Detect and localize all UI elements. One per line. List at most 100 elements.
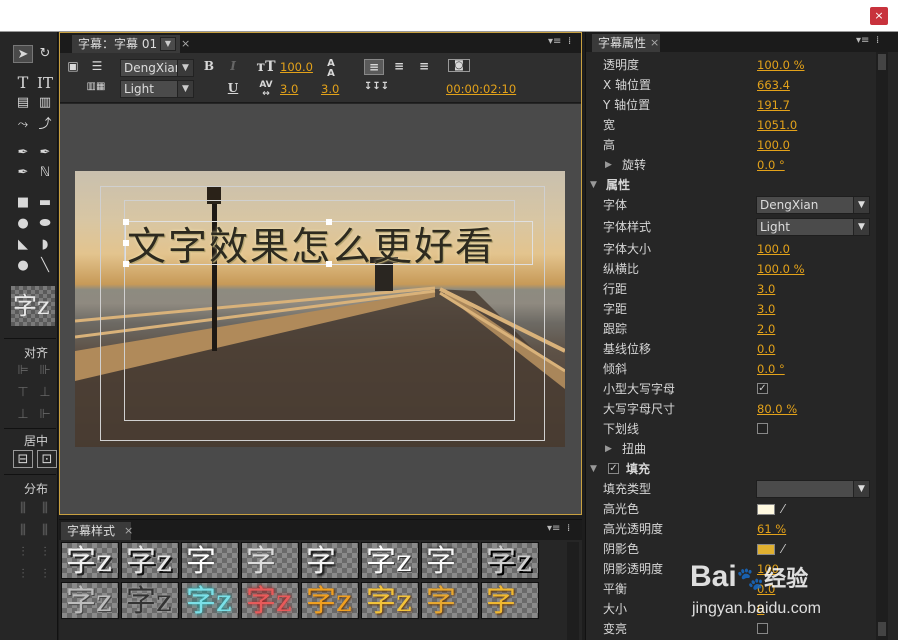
arc-tool-icon[interactable]: ◗ — [35, 236, 55, 254]
ellipse-tool-icon[interactable]: ● — [13, 257, 33, 275]
prop-value[interactable]: 1051.0 — [757, 115, 797, 135]
collapse-arrow-icon[interactable]: ▼ — [590, 459, 597, 479]
prop-row-fill-type[interactable]: 填充类型 ▼ — [586, 479, 876, 499]
prop-row-aspect[interactable]: 纵横比 100.0 % — [586, 259, 876, 279]
prop-row-highlight-color[interactable]: 高光色 ⁄ — [586, 499, 876, 519]
bold-icon[interactable]: B — [200, 59, 218, 73]
prop-row-tracking[interactable]: 跟踪 2.0 — [586, 319, 876, 339]
style-swatch[interactable]: 字z — [241, 582, 299, 619]
underline-icon[interactable]: U — [224, 81, 242, 95]
prop-row-x-position[interactable]: X 轴位置 663.4 — [586, 75, 876, 95]
style-swatch[interactable]: 字z — [361, 582, 419, 619]
style-swatch[interactable]: 字z — [301, 582, 359, 619]
prop-value[interactable]: 0.0 ° — [757, 155, 785, 175]
prop-row-small-caps-size[interactable]: 大写字母尺寸 80.0 % — [586, 399, 876, 419]
distribute-vspace-icon[interactable]: ⫶ — [35, 566, 55, 584]
show-background-icon[interactable]: ◙ — [448, 59, 470, 72]
vertical-area-type-tool-icon[interactable]: ▥ — [35, 94, 55, 112]
delete-anchor-tool-icon[interactable]: ✒ — [35, 144, 55, 162]
styles-scrollbar[interactable] — [567, 542, 579, 640]
prop-value[interactable]: 100.0 — [757, 135, 790, 155]
tab-stop-markers-icon[interactable]: ↧↧↧ — [364, 81, 389, 92]
fill-type-dropdown[interactable]: ▼ — [756, 480, 870, 498]
prop-value[interactable]: 0.0 ° — [757, 359, 785, 379]
prop-row-y-position[interactable]: Y 轴位置 191.7 — [586, 95, 876, 115]
prop-value[interactable]: 61 % — [757, 519, 786, 539]
prop-row-kerning[interactable]: 字距 3.0 — [586, 299, 876, 319]
align-top-icon[interactable]: ⊤ — [13, 384, 33, 402]
center-vertical-icon[interactable]: ⊡ — [37, 450, 57, 468]
distribute-left-icon[interactable]: ⫼ — [13, 500, 33, 518]
prop-row-width[interactable]: 宽 1051.0 — [586, 115, 876, 135]
scroll-up-icon[interactable] — [878, 54, 886, 70]
panel-menu-icon[interactable]: ▾≡ — [547, 520, 560, 538]
fill-checkbox[interactable]: ✓ — [608, 463, 619, 474]
path-type-tool-icon[interactable]: ⤳ — [13, 116, 33, 134]
prop-value[interactable]: 100.0 % — [757, 259, 805, 279]
prop-value[interactable]: 80.0 % — [757, 399, 797, 419]
expand-arrow-icon[interactable]: ▶ — [605, 439, 612, 459]
align-middle-icon[interactable]: ⊥ — [35, 384, 55, 402]
style-swatch[interactable]: 字z — [361, 542, 419, 579]
prop-value[interactable]: 3.0 — [757, 299, 775, 319]
prop-row-highlight-opacity[interactable]: 高光透明度 61 % — [586, 519, 876, 539]
italic-icon[interactable]: I — [224, 59, 242, 73]
prop-value[interactable]: 100.0 % — [757, 55, 805, 75]
fill-section-header[interactable]: ▼ ✓ 填充 — [586, 459, 876, 479]
style-preview-swatch[interactable]: 字z — [11, 286, 55, 326]
leading-value[interactable]: 3.0 — [321, 82, 339, 96]
prop-value[interactable]: 191.7 — [757, 95, 790, 115]
prop-row-baseline-shift[interactable]: 基线位移 0.0 — [586, 339, 876, 359]
panel-resize-icon[interactable]: ⁞ — [876, 32, 879, 50]
font-size-value[interactable]: 100.0 — [280, 60, 313, 74]
vertical-path-type-tool-icon[interactable]: ⤴ — [35, 116, 55, 134]
style-swatch[interactable]: 字 — [421, 542, 479, 579]
eyedropper-icon[interactable]: ⁄ — [782, 499, 784, 519]
center-horizontal-icon[interactable]: ⊟ — [13, 450, 33, 468]
rotation-tool-icon[interactable]: ↻ — [35, 45, 55, 63]
style-swatch[interactable]: 字z — [61, 542, 119, 579]
align-center-icon[interactable]: ⊪ — [35, 362, 55, 380]
convert-anchor-tool-icon[interactable]: ℕ — [35, 164, 55, 182]
underline-checkbox[interactable] — [757, 423, 768, 434]
distribute-vcenter-icon[interactable]: ⫶ — [35, 544, 55, 562]
distribute-hcenter-icon[interactable]: ⫼ — [35, 500, 55, 518]
pen-tool-icon[interactable]: ✒ — [13, 144, 33, 162]
prop-row-rotation[interactable]: ▶ 旋转 0.0 ° — [586, 155, 876, 175]
roll-crawl-icon[interactable]: ▣ — [64, 59, 82, 73]
prop-value[interactable]: 100.0 — [757, 239, 790, 259]
prop-row-shadow-color[interactable]: 阴影色 ⁄ — [586, 539, 876, 559]
prop-value[interactable]: 0.0 — [757, 339, 775, 359]
prop-row-font-size[interactable]: 字体大小 100.0 — [586, 239, 876, 259]
style-swatch[interactable]: 字z — [121, 542, 179, 579]
panel-menu-icon[interactable]: ▾≡ — [548, 33, 561, 51]
align-left-text-icon[interactable]: ≡ — [364, 59, 384, 75]
wedge-tool-icon[interactable]: ◣ — [13, 236, 33, 254]
clipped-corner-tool-icon[interactable]: ● — [13, 215, 33, 233]
close-tab-icon[interactable]: × — [124, 522, 133, 540]
background-video-icon[interactable]: ▥▦ — [84, 81, 108, 92]
prop-row-small-caps[interactable]: 小型大写字母 ✓ — [586, 379, 876, 399]
panel-resize-icon[interactable]: ⁞ — [567, 520, 570, 538]
tab-stops-icon[interactable]: ☰ — [88, 59, 106, 73]
font-dropdown[interactable]: DengXian ▼ — [756, 196, 870, 214]
prop-row-leading[interactable]: 行距 3.0 — [586, 279, 876, 299]
resize-handle[interactable] — [123, 219, 129, 225]
align-left-icon[interactable]: ⊫ — [13, 362, 33, 380]
resize-handle[interactable] — [123, 261, 129, 267]
style-swatch[interactable]: 字z — [181, 582, 239, 619]
font-family-dropdown[interactable]: DengXian ▼ — [120, 59, 194, 77]
eyedropper-icon[interactable]: ⁄ — [782, 539, 784, 559]
panel-menu-icon[interactable]: ▾≡ — [856, 32, 869, 50]
font-style-dropdown[interactable]: Light ▼ — [756, 218, 870, 236]
style-swatch[interactable]: 字 — [181, 542, 239, 579]
align-bottom-icon[interactable]: ⊥ — [13, 406, 33, 424]
window-close-button[interactable]: × — [870, 7, 888, 25]
resize-handle[interactable] — [326, 219, 332, 225]
kerning-value[interactable]: 3.0 — [280, 82, 298, 96]
line-tool-icon[interactable]: ╲ — [35, 257, 55, 275]
type-tool-icon[interactable]: T — [13, 74, 33, 92]
rounded-corner-tool-icon[interactable]: ⬬ — [35, 215, 55, 233]
properties-section-header[interactable]: ▼ 属性 — [586, 175, 876, 195]
align-right-icon[interactable]: ⊩ — [35, 406, 55, 424]
